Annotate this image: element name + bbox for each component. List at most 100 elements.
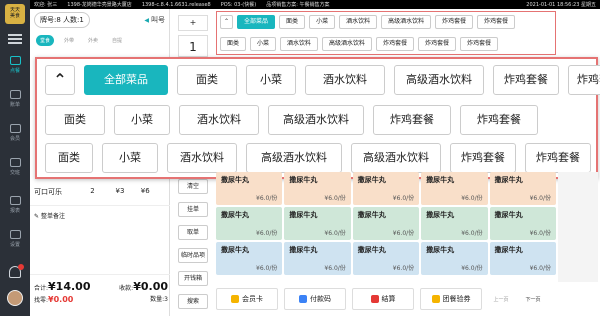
category-all[interactable]: 全部菜品 — [84, 65, 168, 95]
tab-delivery[interactable]: 外卖 — [84, 35, 102, 46]
member-card-button[interactable]: 会员卡 — [216, 288, 278, 310]
category-item[interactable]: 酒水饮料 — [167, 143, 237, 173]
dish-card[interactable]: 撒尿牛丸 ¥6.0/份 — [421, 172, 488, 205]
category-item[interactable]: 高级酒水饮料 — [351, 143, 441, 173]
category-all[interactable]: 全部菜品 — [237, 15, 276, 29]
category-item[interactable]: 炸鸡套餐 — [568, 65, 600, 95]
sidebar-item-shift[interactable]: 交班 — [0, 158, 30, 176]
dish-card[interactable]: 撒尿牛丸 ¥6.0/份 — [421, 242, 488, 275]
search-button[interactable]: 搜索 — [178, 294, 208, 309]
clear-button[interactable]: 清空 — [178, 179, 208, 194]
dish-name: 撒尿牛丸 — [221, 211, 249, 219]
category-item[interactable]: 炸鸡套餐 — [460, 37, 499, 51]
tab-dine-in[interactable]: 堂食 — [36, 35, 55, 46]
dish-card[interactable]: 撒尿牛丸 ¥6.0/份 — [284, 207, 351, 240]
dish-card[interactable]: 撒尿牛丸 ¥6.0/份 — [489, 207, 556, 240]
category-item[interactable]: 高级酒水饮料 — [268, 105, 364, 135]
dish-card[interactable]: 撒尿牛丸 ¥6.0/份 — [284, 242, 351, 275]
dish-card[interactable]: 撒尿牛丸 ¥6.0/份 — [352, 172, 420, 205]
sidebar-item-order[interactable]: 点餐 — [0, 56, 30, 74]
category-item[interactable]: 小菜 — [246, 65, 296, 95]
category-item[interactable]: 小菜 — [250, 37, 277, 51]
category-item[interactable]: 高级酒水饮料 — [322, 37, 373, 51]
dish-card[interactable]: 撒尿牛丸 ¥6.0/份 — [216, 172, 283, 205]
tab-takeout[interactable]: 外带 — [60, 35, 78, 46]
store-name: 1398-龙岗德华亮景路大厦店 — [67, 2, 132, 8]
dish-name: 撒尿牛丸 — [289, 176, 318, 184]
category-item[interactable]: 小菜 — [309, 15, 336, 29]
category-item[interactable]: 炸鸡套餐 — [493, 65, 559, 95]
table-number-pill[interactable]: 牌号:8 人数:1 — [34, 12, 90, 28]
dish-name: 撒尿牛丸 — [494, 176, 523, 184]
retrieve-order-button[interactable]: 取单 — [178, 225, 208, 240]
category-item[interactable]: 酒水饮料 — [305, 65, 385, 95]
group-voucher-button[interactable]: 团餐验券 — [420, 288, 482, 310]
category-item[interactable]: 酒水饮料 — [339, 15, 378, 29]
dish-card[interactable]: 撒尿牛丸 ¥6.0/份 — [352, 207, 420, 240]
tab-pickup[interactable]: 自提 — [108, 35, 126, 46]
call-number-button[interactable]: 叫号 — [144, 15, 165, 25]
sidebar-item-member[interactable]: 会员 — [0, 124, 30, 142]
category-item[interactable]: 酒水饮料 — [280, 37, 319, 51]
category-item[interactable]: 小菜 — [102, 143, 158, 173]
item-price: ¥3 — [115, 187, 125, 195]
dish-grid: 撒尿牛丸 ¥6.0/份 撒尿牛丸 ¥6.0/份 撒尿牛丸 ¥6.0/份 撒尿牛丸 ¥6.0/份… — [216, 172, 556, 282]
checkout-button[interactable]: 结算 — [352, 288, 414, 310]
temp-item-button[interactable]: 临时品项 — [178, 248, 208, 263]
order-note[interactable]: ✎ 整单备注 — [30, 205, 170, 275]
pos-text: POS: 03-(快餐) — [220, 2, 257, 8]
dish-card[interactable]: 撒尿牛丸 ¥6.0/份 — [216, 242, 283, 275]
next-page-button[interactable]: 下一页 — [520, 296, 546, 303]
category-item[interactable]: 炸鸡套餐 — [525, 143, 591, 173]
dish-card[interactable]: 撒尿牛丸 ¥6.0/份 — [216, 207, 283, 240]
category-item[interactable]: 面类 — [45, 143, 93, 173]
hold-order-button[interactable]: 挂单 — [178, 202, 208, 217]
category-item[interactable]: 面类 — [45, 105, 105, 135]
menu-icon[interactable] — [8, 34, 22, 44]
category-item[interactable]: 面类 — [177, 65, 237, 95]
notification-dot — [18, 264, 24, 270]
order-item-row[interactable]: 可口可乐 2 ¥3 ¥6 — [30, 187, 170, 197]
voucher-icon — [431, 295, 440, 303]
category-item[interactable]: 炸鸡套餐 — [418, 37, 457, 51]
dish-name: 撒尿牛丸 — [426, 176, 455, 184]
sidebar-item-settings[interactable]: 设置 — [0, 230, 30, 248]
dish-name: 撒尿牛丸 — [426, 211, 455, 219]
category-item[interactable]: 炸鸡套餐 — [435, 15, 474, 29]
bell-icon[interactable] — [9, 264, 24, 278]
prev-page-button[interactable]: 上一页 — [488, 296, 514, 303]
avatar[interactable] — [7, 290, 23, 306]
sidebar-item-bill[interactable]: 账单 — [0, 90, 30, 108]
category-item[interactable]: 炸鸡套餐 — [373, 105, 451, 135]
category-item[interactable]: 小菜 — [114, 105, 170, 135]
sidebar-item-report[interactable]: 报表 — [0, 196, 30, 214]
category-item[interactable]: 高级酒水饮料 — [381, 15, 432, 29]
category-item[interactable]: 炸鸡套餐 — [477, 15, 516, 29]
version-text: 1398-c.8.4.1.6631.release8 — [141, 1, 211, 8]
dish-price: ¥6.0/份 — [461, 265, 483, 272]
category-item[interactable]: 炸鸡套餐 — [460, 105, 538, 135]
chevron-up-icon[interactable]: ⌃ — [45, 65, 75, 95]
dish-card[interactable]: 撒尿牛丸 ¥6.0/份 — [421, 207, 488, 240]
category-item[interactable]: 炸鸡套餐 — [376, 37, 415, 51]
category-item[interactable]: 酒水饮料 — [179, 105, 259, 135]
dish-card[interactable]: 撒尿牛丸 ¥6.0/份 — [489, 172, 556, 205]
category-item[interactable]: 高级酒水饮料 — [246, 143, 342, 173]
bill-icon — [9, 90, 21, 99]
dish-card[interactable]: 撒尿牛丸 ¥6.0/份 — [352, 242, 420, 275]
category-item[interactable]: 面类 — [220, 37, 247, 51]
dish-price: ¥6.0/份 — [324, 230, 346, 237]
dish-name: 撒尿牛丸 — [357, 246, 386, 254]
payment-code-button[interactable]: 付款码 — [284, 288, 346, 310]
collapse-icon[interactable]: ⌃ — [220, 15, 234, 29]
total-amount: ¥14.00 — [48, 280, 91, 293]
open-drawer-button[interactable]: 开钱箱 — [178, 271, 208, 286]
item-name: 可口可乐 — [34, 188, 62, 196]
category-item[interactable]: 面类 — [279, 15, 306, 29]
dish-price: ¥6.0/份 — [256, 195, 278, 202]
category-item[interactable]: 高级酒水饮料 — [394, 65, 484, 95]
plus-button[interactable]: + — [178, 15, 208, 31]
dish-card[interactable]: 撒尿牛丸 ¥6.0/份 — [489, 242, 556, 275]
category-item[interactable]: 炸鸡套餐 — [450, 143, 516, 173]
dish-card[interactable]: 撒尿牛丸 ¥6.0/份 — [284, 172, 351, 205]
